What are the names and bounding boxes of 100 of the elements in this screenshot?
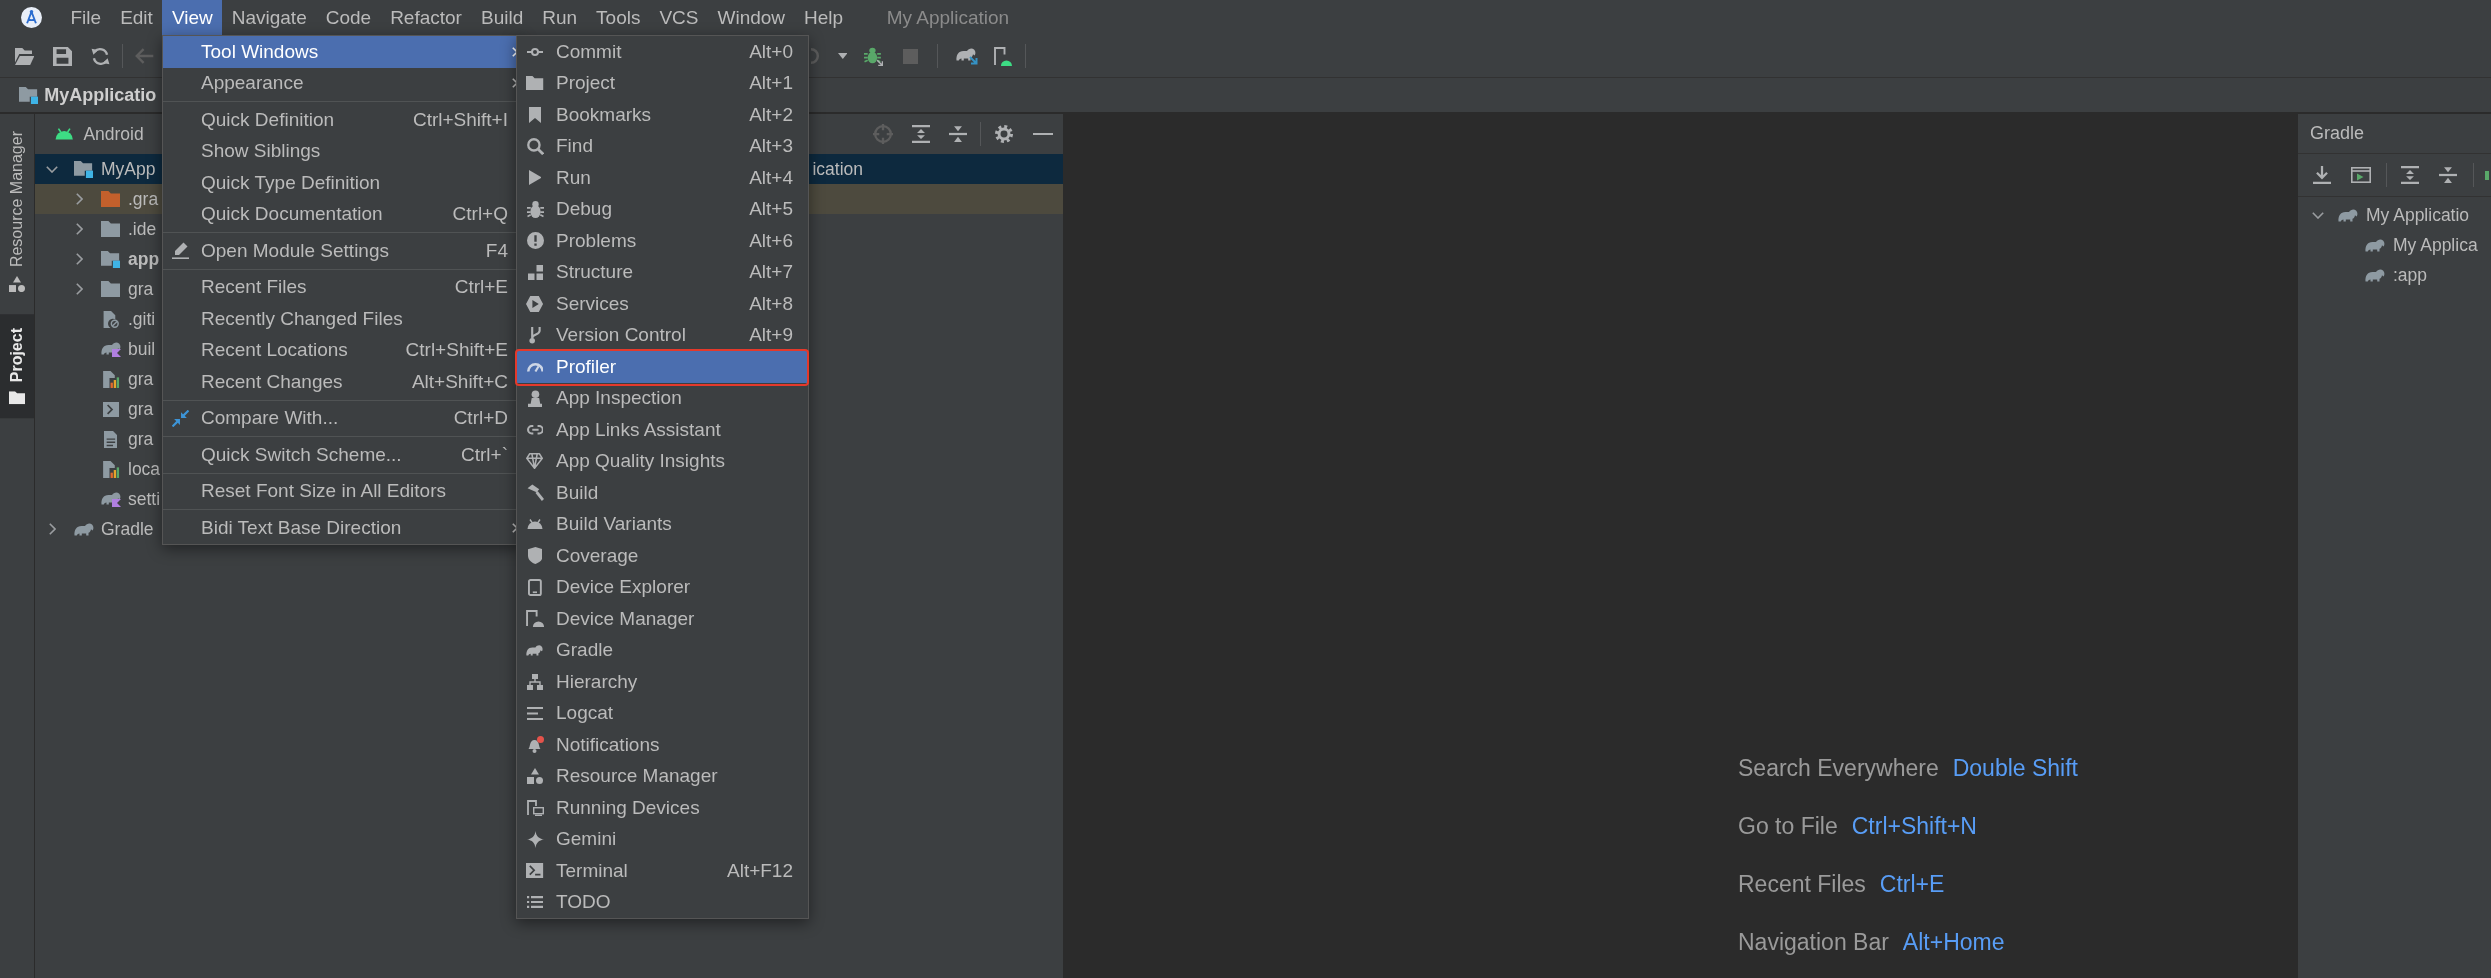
menu-item[interactable]: Find Alt+3 bbox=[517, 130, 808, 162]
tree-item[interactable]: :app bbox=[2338, 260, 2428, 290]
menu-item[interactable]: Gradle bbox=[517, 634, 808, 666]
menu-item[interactable]: TODO bbox=[517, 886, 808, 918]
chevron-icon[interactable] bbox=[75, 223, 83, 235]
tree-item[interactable]: setti bbox=[72, 484, 161, 514]
caret-icon[interactable] bbox=[837, 53, 848, 59]
chevron-icon[interactable] bbox=[75, 193, 83, 205]
list-icon bbox=[527, 896, 543, 909]
tree-item[interactable]: My Applica bbox=[2338, 230, 2478, 260]
menu-item[interactable]: Services Alt+8 bbox=[517, 288, 808, 320]
phone-android-icon[interactable] bbox=[993, 46, 1013, 66]
menu-item[interactable]: Code bbox=[316, 0, 381, 35]
ignored-file-icon bbox=[102, 310, 119, 328]
branch-icon bbox=[528, 326, 542, 344]
menu-item[interactable]: Navigate bbox=[222, 0, 317, 35]
tree-item[interactable]: gra bbox=[72, 364, 154, 394]
menu-item[interactable]: Help bbox=[794, 0, 853, 35]
hammer-icon bbox=[526, 484, 544, 502]
elephant-arrow-icon[interactable] bbox=[956, 47, 979, 65]
menu-item[interactable]: Bookmarks Alt+2 bbox=[517, 99, 808, 131]
keyboard-shortcut: Ctrl+Shift+N bbox=[1851, 812, 1977, 840]
menu-item[interactable]: Notifications bbox=[517, 729, 808, 761]
expand-all-icon[interactable] bbox=[912, 125, 930, 143]
tree-item[interactable]: .gra bbox=[72, 184, 159, 214]
menu-item[interactable]: Running Devices bbox=[517, 792, 808, 824]
breadcrumb-item[interactable]: MyApplicatio bbox=[44, 84, 157, 106]
chevron-icon[interactable] bbox=[48, 523, 56, 535]
hint-label: Navigation Bar bbox=[1738, 928, 1889, 956]
menu-item[interactable]: Run Alt+4 bbox=[517, 162, 808, 194]
tree-item[interactable]: buil bbox=[72, 334, 156, 364]
search-icon bbox=[526, 137, 544, 155]
cut-off-icon[interactable] bbox=[2485, 170, 2489, 180]
menu-item[interactable]: Terminal Alt+F12 bbox=[517, 855, 808, 887]
chevron-icon[interactable] bbox=[2312, 211, 2324, 219]
menu-item[interactable]: Tools bbox=[586, 0, 650, 35]
tree-item[interactable]: My Applicatio bbox=[2311, 200, 2470, 230]
folder-icon bbox=[9, 391, 25, 405]
bug-icon bbox=[526, 200, 544, 218]
tree-item[interactable]: .giti bbox=[72, 304, 156, 334]
exclamation-icon bbox=[526, 232, 544, 250]
minimize-icon[interactable] bbox=[1033, 132, 1053, 136]
menu-item[interactable]: File bbox=[61, 0, 111, 35]
menu-item[interactable]: Edit bbox=[110, 0, 163, 35]
menu-item[interactable]: Project Alt+1 bbox=[517, 67, 808, 99]
logo-icon[interactable] bbox=[21, 7, 42, 28]
tree-item[interactable]: gra bbox=[72, 394, 154, 424]
tree-item[interactable]: .ide bbox=[72, 214, 157, 244]
keyboard-shortcut: Double Shift bbox=[1952, 754, 2078, 782]
circle-line-icon bbox=[527, 47, 543, 56]
expand-all-icon[interactable] bbox=[2401, 166, 2419, 184]
keyboard-shortcut: Ctrl+Q bbox=[452, 203, 508, 226]
sync-icon[interactable] bbox=[91, 46, 111, 66]
collapse-all-icon[interactable] bbox=[949, 125, 967, 143]
folder-icon bbox=[100, 281, 121, 297]
phone-android-icon bbox=[526, 610, 545, 628]
menu-item[interactable]: Build bbox=[471, 0, 533, 35]
menu-item[interactable]: Gemini bbox=[517, 823, 808, 855]
save-icon[interactable] bbox=[53, 46, 73, 66]
tree-item[interactable]: app bbox=[72, 244, 160, 274]
tree-item[interactable]: gra bbox=[72, 424, 154, 454]
keyboard-shortcut: Ctrl+E bbox=[1879, 870, 1945, 898]
tree-item[interactable]: Gradle bbox=[45, 514, 154, 544]
menu-item[interactable]: Device Explorer bbox=[517, 571, 808, 603]
module-folder-icon bbox=[73, 160, 94, 178]
tree-item[interactable]: MyApp bbox=[45, 154, 156, 184]
menu-item[interactable]: Device Manager bbox=[517, 603, 808, 635]
collapse-all-icon[interactable] bbox=[2439, 166, 2457, 184]
run-window-icon[interactable] bbox=[2351, 167, 2371, 183]
tree-item[interactable]: loca bbox=[72, 454, 161, 484]
menu-item[interactable]: View bbox=[162, 0, 223, 35]
tool-window-tab[interactable]: Resource Manager bbox=[0, 123, 34, 301]
folder-icon bbox=[100, 221, 121, 237]
view-selector[interactable]: Android bbox=[83, 123, 144, 145]
hint-label: Go to File bbox=[1738, 812, 1838, 840]
download-icon[interactable] bbox=[2313, 166, 2331, 184]
menu-item[interactable]: Debug Alt+5 bbox=[517, 193, 808, 225]
shapes-icon bbox=[9, 276, 25, 293]
elephant-icon bbox=[526, 644, 544, 657]
compare-arrows-icon bbox=[171, 409, 189, 427]
menu-item[interactable]: VCS bbox=[649, 0, 708, 35]
settings-icon[interactable] bbox=[995, 125, 1013, 143]
tool-window-tab[interactable]: Project bbox=[0, 314, 34, 419]
menu-item[interactable]: Refactor bbox=[380, 0, 472, 35]
menu-item[interactable]: Run bbox=[532, 0, 587, 35]
bug-icon[interactable] bbox=[864, 46, 884, 66]
menu-item[interactable]: Profiler bbox=[517, 351, 808, 383]
menu-item[interactable]: Resource Manager bbox=[517, 760, 808, 792]
chevron-icon[interactable] bbox=[75, 253, 83, 265]
open-folder-icon[interactable] bbox=[15, 47, 35, 65]
menu-item[interactable]: Logcat bbox=[517, 697, 808, 729]
chevron-icon[interactable] bbox=[75, 283, 83, 295]
menu-item[interactable]: Window bbox=[708, 0, 795, 35]
menu-item[interactable]: Hierarchy bbox=[517, 666, 808, 698]
chevron-icon[interactable] bbox=[46, 165, 58, 173]
menu-item[interactable]: Build Variants bbox=[517, 508, 808, 540]
tree-item[interactable]: gra bbox=[72, 274, 154, 304]
bell-icon bbox=[526, 736, 544, 754]
menu-item[interactable]: Coverage bbox=[517, 540, 808, 572]
menu-item[interactable]: Version Control Alt+9 bbox=[517, 319, 808, 351]
